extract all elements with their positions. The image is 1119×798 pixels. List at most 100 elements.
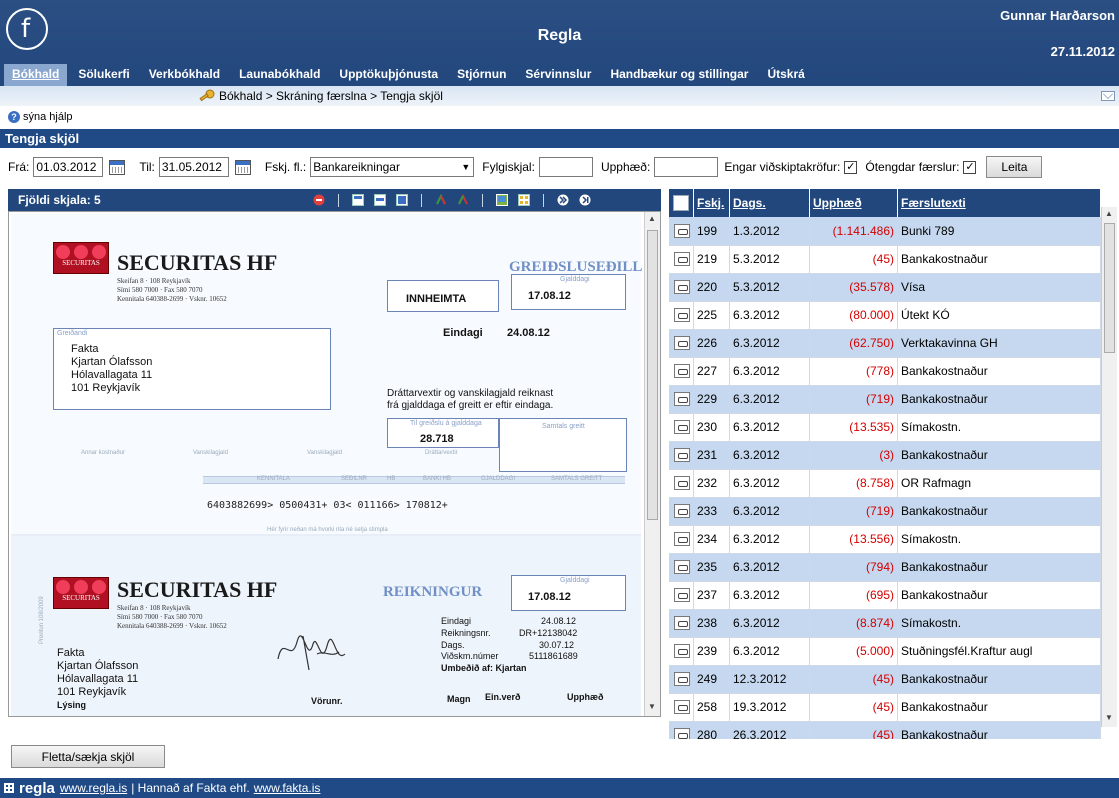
- attach-document-icon[interactable]: [674, 700, 690, 714]
- attach-document-icon[interactable]: [674, 280, 690, 294]
- attach-document-icon[interactable]: [674, 336, 690, 350]
- company-name: SECURITAS HF: [117, 577, 278, 602]
- attach-document-icon[interactable]: [674, 448, 690, 462]
- table-row[interactable]: 199 1.3.2012 (1.141.486) Bunki 789: [669, 217, 1101, 246]
- table-row[interactable]: 258 19.3.2012 (45) Bankakostnaður: [669, 693, 1101, 722]
- nav-item-solukerfi[interactable]: Sölukerfi: [70, 64, 137, 86]
- thumbnails-icon[interactable]: [518, 194, 530, 206]
- nav-item-stjornun[interactable]: Stjórnun: [449, 64, 514, 86]
- row-icon-cell: [669, 469, 694, 498]
- attach-document-icon[interactable]: [674, 588, 690, 602]
- attach-document-icon[interactable]: [674, 616, 690, 630]
- cell-upphaed: (35.578): [809, 273, 898, 302]
- fit-page-icon[interactable]: [352, 194, 364, 206]
- rotate-left-icon[interactable]: [435, 194, 447, 206]
- document-viewer[interactable]: SECURITAS SECURITAS HF Skeifan 8 · 108 R…: [8, 211, 661, 717]
- company-address-3: Kennitala 640388-2699 · Vsknr. 10652: [117, 622, 227, 630]
- viewer-scroll-thumb[interactable]: [647, 230, 658, 520]
- attach-document-icon[interactable]: [674, 420, 690, 434]
- col-header-dags[interactable]: Dags.: [729, 189, 810, 217]
- mail-icon[interactable]: [1101, 91, 1115, 101]
- engar-checkbox[interactable]: ✓: [844, 160, 858, 174]
- viewer-scrollbar[interactable]: ▲ ▼: [644, 212, 660, 716]
- code-label: GJALDDAGI: [481, 476, 516, 482]
- calendar-icon[interactable]: [234, 159, 251, 175]
- scroll-up-icon[interactable]: ▲: [1105, 209, 1113, 218]
- attach-document-icon[interactable]: [674, 392, 690, 406]
- cell-fskj: 232: [693, 469, 730, 498]
- table-scroll-thumb[interactable]: [1104, 223, 1115, 353]
- scroll-down-icon[interactable]: ▼: [1105, 713, 1113, 722]
- grid-icon: [4, 783, 14, 793]
- attach-document-icon[interactable]: [674, 476, 690, 490]
- table-row[interactable]: 280 26.3.2012 (45) Bankakostnaður: [669, 721, 1101, 739]
- nav-item-bokhald[interactable]: Bókhald: [4, 64, 68, 86]
- nav-item-handbaekur[interactable]: Handbækur og stillingar: [602, 64, 756, 86]
- rotate-right-icon[interactable]: [457, 194, 469, 206]
- scroll-down-icon[interactable]: ▼: [648, 702, 656, 711]
- help-link[interactable]: ? sýna hjálp: [8, 111, 73, 123]
- table-scrollbar[interactable]: ▲ ▼: [1101, 207, 1117, 727]
- attach-document-icon[interactable]: [674, 532, 690, 546]
- attach-document-icon[interactable]: [674, 364, 690, 378]
- attach-document-icon[interactable]: [674, 308, 690, 322]
- fit-width-icon[interactable]: [374, 194, 386, 206]
- table-row[interactable]: 231 6.3.2012 (3) Bankakostnaður: [669, 441, 1101, 470]
- attach-icon[interactable]: [673, 195, 689, 211]
- requested-by: Umbeðið af: Kjartan: [441, 663, 527, 673]
- attach-document-icon[interactable]: [674, 252, 690, 266]
- from-date-input[interactable]: [33, 157, 104, 177]
- fskj-select[interactable]: Bankareikningar ▼: [310, 157, 475, 177]
- table-row[interactable]: 219 5.3.2012 (45) Bankakostnaður: [669, 245, 1101, 274]
- cell-faerslutexti: Bankakostnaður: [897, 581, 1101, 610]
- search-button[interactable]: Leita: [986, 156, 1043, 178]
- scroll-up-icon[interactable]: ▲: [648, 214, 656, 223]
- nav-item-servinnslur[interactable]: Sérvinnslur: [517, 64, 599, 86]
- table-row[interactable]: 220 5.3.2012 (35.578) Vísa: [669, 273, 1101, 302]
- cell-upphaed: (45): [809, 245, 898, 274]
- col-header-upphaed[interactable]: Upphæð: [809, 189, 898, 217]
- col-header-faerslutexti[interactable]: Færslutexti: [897, 189, 1101, 217]
- table-row[interactable]: 226 6.3.2012 (62.750) Verktakavinna GH: [669, 329, 1101, 358]
- table-row[interactable]: 238 6.3.2012 (8.874) Símakostn.: [669, 609, 1101, 638]
- attach-document-icon[interactable]: [674, 728, 690, 739]
- toolbar-separator: [421, 193, 422, 207]
- strip-label: Annar kostnaður: [81, 450, 126, 456]
- table-row[interactable]: 227 6.3.2012 (778) Bankakostnaður: [669, 357, 1101, 386]
- fakta-link[interactable]: www.fakta.is: [254, 781, 321, 795]
- browse-documents-button[interactable]: Fletta/sækja skjöl: [11, 745, 165, 768]
- cell-faerslutexti: Bankakostnaður: [897, 553, 1101, 582]
- table-row[interactable]: 239 6.3.2012 (5.000) Stuðningsfél.Kraftur a…: [669, 637, 1101, 666]
- to-date-input[interactable]: [158, 157, 229, 177]
- upphaed-input[interactable]: [654, 157, 719, 177]
- col-header-fskj[interactable]: Fskj.: [693, 189, 730, 217]
- actual-size-icon[interactable]: [396, 194, 408, 206]
- nav-item-upptokuthjonusta[interactable]: Upptökuþjónusta: [331, 64, 446, 86]
- attach-document-icon[interactable]: [674, 672, 690, 686]
- image-icon[interactable]: [496, 194, 508, 206]
- attach-document-icon[interactable]: [674, 223, 690, 238]
- table-row[interactable]: 230 6.3.2012 (13.535) Símakostn.: [669, 413, 1101, 442]
- table-row[interactable]: 233 6.3.2012 (719) Bankakostnaður: [669, 497, 1101, 526]
- nav-item-utskra[interactable]: Útskrá: [759, 64, 812, 86]
- table-row[interactable]: 234 6.3.2012 (13.556) Símakostn.: [669, 525, 1101, 554]
- delete-icon[interactable]: [313, 194, 325, 206]
- calendar-icon[interactable]: [109, 159, 126, 175]
- attach-document-icon[interactable]: [674, 644, 690, 658]
- attach-document-icon[interactable]: [674, 560, 690, 574]
- fylgiskjal-input[interactable]: [538, 157, 593, 177]
- regla-link[interactable]: www.regla.is: [60, 781, 127, 795]
- table-row[interactable]: 232 6.3.2012 (8.758) OR Rafmagn: [669, 469, 1101, 498]
- table-row[interactable]: 229 6.3.2012 (719) Bankakostnaður: [669, 385, 1101, 414]
- table-row[interactable]: 249 12.3.2012 (45) Bankakostnaður: [669, 665, 1101, 694]
- otengdar-checkbox[interactable]: ✓: [963, 160, 977, 174]
- next-page-icon[interactable]: [557, 194, 569, 206]
- table-row[interactable]: 237 6.3.2012 (695) Bankakostnaður: [669, 581, 1101, 610]
- cell-dags: 6.3.2012: [729, 497, 810, 526]
- nav-item-launabokhald[interactable]: Launabókhald: [231, 64, 328, 86]
- attach-document-icon[interactable]: [674, 504, 690, 518]
- table-row[interactable]: 235 6.3.2012 (794) Bankakostnaður: [669, 553, 1101, 582]
- nav-item-verkbokhald[interactable]: Verkbókhald: [141, 64, 228, 86]
- table-row[interactable]: 225 6.3.2012 (80.000) Útekt KÓ: [669, 301, 1101, 330]
- last-page-icon[interactable]: [579, 194, 591, 206]
